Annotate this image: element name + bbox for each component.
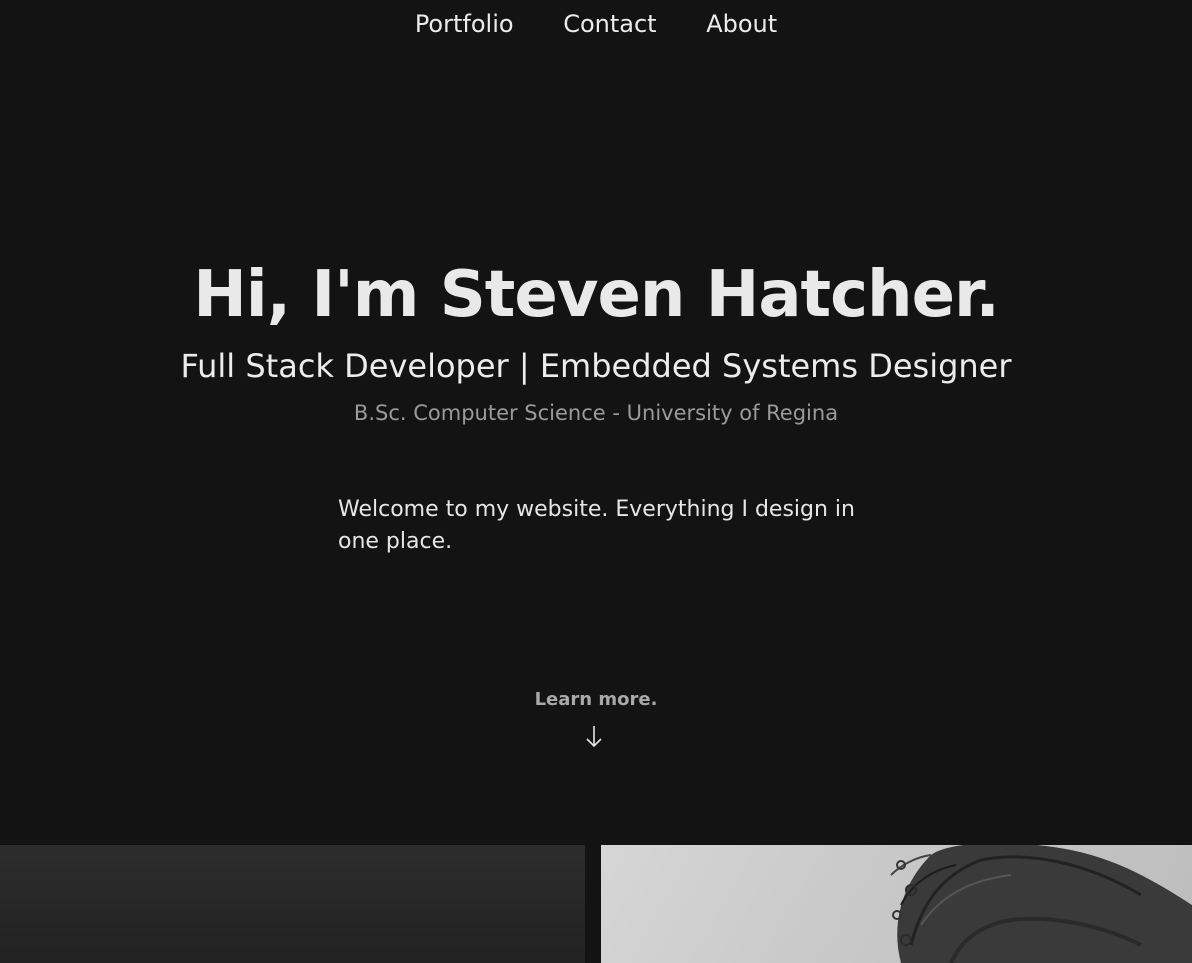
hair-texture — [890, 845, 1192, 963]
nav-contact-link[interactable]: Contact — [563, 8, 656, 40]
portfolio-image-right[interactable] — [601, 845, 1192, 963]
portfolio-image-left[interactable] — [0, 845, 585, 963]
nav-portfolio-link[interactable]: Portfolio — [415, 8, 514, 40]
page: Portfolio Contact About Hi, I'm Steven H… — [0, 0, 1192, 963]
hero-subtitle: Full Stack Developer | Embedded Systems … — [180, 347, 1012, 385]
welcome-text: Welcome to my website. Everything I desi… — [338, 497, 855, 554]
nav-about-link[interactable]: About — [706, 8, 777, 40]
arrow-down-icon[interactable] — [584, 724, 604, 750]
top-nav: Portfolio Contact About — [0, 8, 1192, 40]
degree-text: B.Sc. Computer Science - University of R… — [353, 401, 839, 425]
hero-title: Hi, I'm Steven Hatcher. — [193, 258, 1000, 332]
learn-more-link[interactable]: Learn more. — [0, 687, 1192, 713]
